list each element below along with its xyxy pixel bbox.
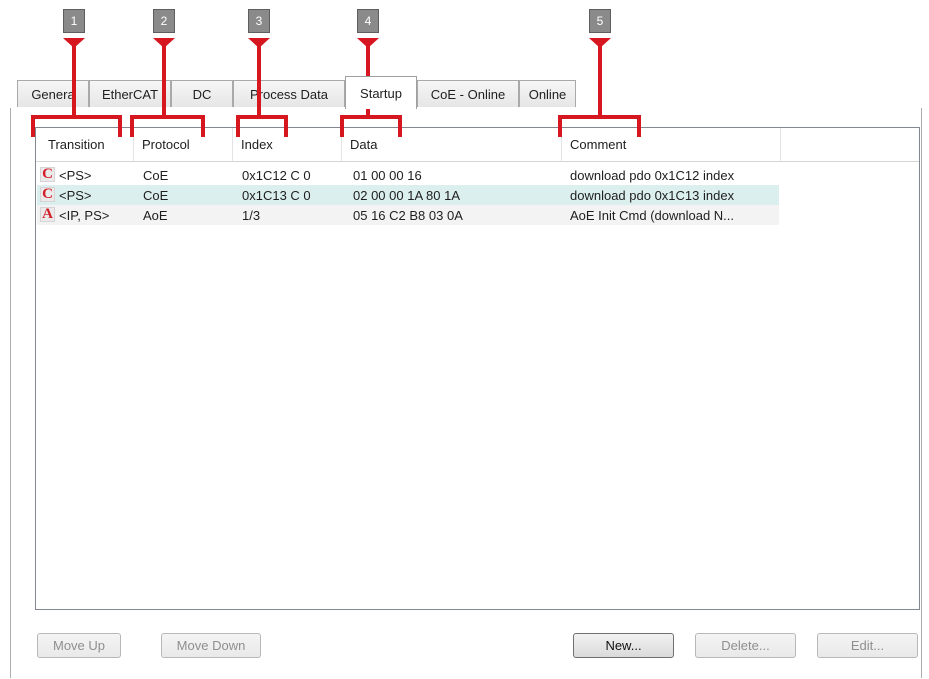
callout-3: 3 <box>248 9 270 33</box>
tab-online[interactable]: Online <box>519 80 576 107</box>
table-row[interactable]: A <IP, PS> AoE 1/3 05 16 C2 B8 03 0A AoE… <box>37 205 779 225</box>
delete-button[interactable]: Delete... <box>695 633 796 658</box>
cell-protocol: CoE <box>143 187 169 203</box>
cell-index: 0x1C13 C 0 <box>242 187 311 203</box>
table-row[interactable]: C <PS> CoE 0x1C12 C 0 01 00 00 16 downlo… <box>37 165 779 185</box>
callout-3-bracket-right <box>284 115 288 137</box>
callout-1-bracket <box>31 115 122 119</box>
callout-4-bracket-left <box>340 115 344 137</box>
cell-data: 02 00 00 1A 80 1A <box>353 187 460 203</box>
callout-2-line <box>162 46 166 118</box>
transition-type-badge: A <box>40 207 55 222</box>
callout-5-bracket-right <box>637 115 641 137</box>
tab-general[interactable]: Genera <box>17 80 89 107</box>
callout-5-line <box>598 46 602 118</box>
move-down-button[interactable]: Move Down <box>161 633 261 658</box>
column-data[interactable]: Data <box>342 128 562 161</box>
table-row[interactable]: C <PS> CoE 0x1C13 C 0 02 00 00 1A 80 1A … <box>37 185 779 205</box>
cell-comment: AoE Init Cmd (download N... <box>570 207 735 223</box>
tab-coe-online[interactable]: CoE - Online <box>417 80 519 107</box>
callout-2: 2 <box>153 9 175 33</box>
cell-transition: <PS> <box>59 167 92 183</box>
callout-4: 4 <box>357 9 379 33</box>
move-up-button[interactable]: Move Up <box>37 633 121 658</box>
callout-4-bracket-right <box>398 115 402 137</box>
cell-data: 01 00 00 16 <box>353 167 422 183</box>
tab-ethercat[interactable]: EtherCAT <box>89 80 171 107</box>
callout-3-line <box>257 46 261 118</box>
edit-button[interactable]: Edit... <box>817 633 918 658</box>
cell-transition: <IP, PS> <box>59 207 110 223</box>
callout-2-bracket <box>130 115 205 119</box>
column-protocol[interactable]: Protocol <box>134 128 233 161</box>
callout-5: 5 <box>589 9 611 33</box>
list-header: Transition Protocol Index Data Comment <box>36 128 919 162</box>
cell-index: 0x1C12 C 0 <box>242 167 311 183</box>
cell-comment: download pdo 0x1C13 index <box>570 187 735 203</box>
cell-protocol: CoE <box>143 167 169 183</box>
cell-protocol: AoE <box>143 207 168 223</box>
transition-type-badge: C <box>40 167 55 182</box>
callout-1-bracket-right <box>118 115 122 137</box>
callout-3-bracket-left <box>236 115 240 137</box>
tab-dc[interactable]: DC <box>171 80 233 107</box>
callout-2-bracket-left <box>130 115 134 137</box>
tab-startup[interactable]: Startup <box>345 76 417 109</box>
callout-3-bracket <box>236 115 288 119</box>
callout-1: 1 <box>63 9 85 33</box>
callout-2-bracket-right <box>201 115 205 137</box>
callout-1-line <box>72 46 76 118</box>
cell-data: 05 16 C2 B8 03 0A <box>353 207 463 223</box>
cell-comment: download pdo 0x1C12 index <box>570 167 735 183</box>
column-comment[interactable]: Comment <box>562 128 781 161</box>
new-button[interactable]: New... <box>573 633 674 658</box>
transition-type-badge: C <box>40 187 55 202</box>
startup-list[interactable]: Transition Protocol Index Data Comment C… <box>35 127 920 610</box>
callout-1-bracket-left <box>31 115 35 137</box>
callout-4-bracket <box>340 115 402 119</box>
cell-index: 1/3 <box>242 207 261 223</box>
cell-transition: <PS> <box>59 187 92 203</box>
tab-process-data[interactable]: Process Data <box>233 80 345 107</box>
callout-5-bracket <box>558 115 641 119</box>
callout-5-bracket-left <box>558 115 562 137</box>
